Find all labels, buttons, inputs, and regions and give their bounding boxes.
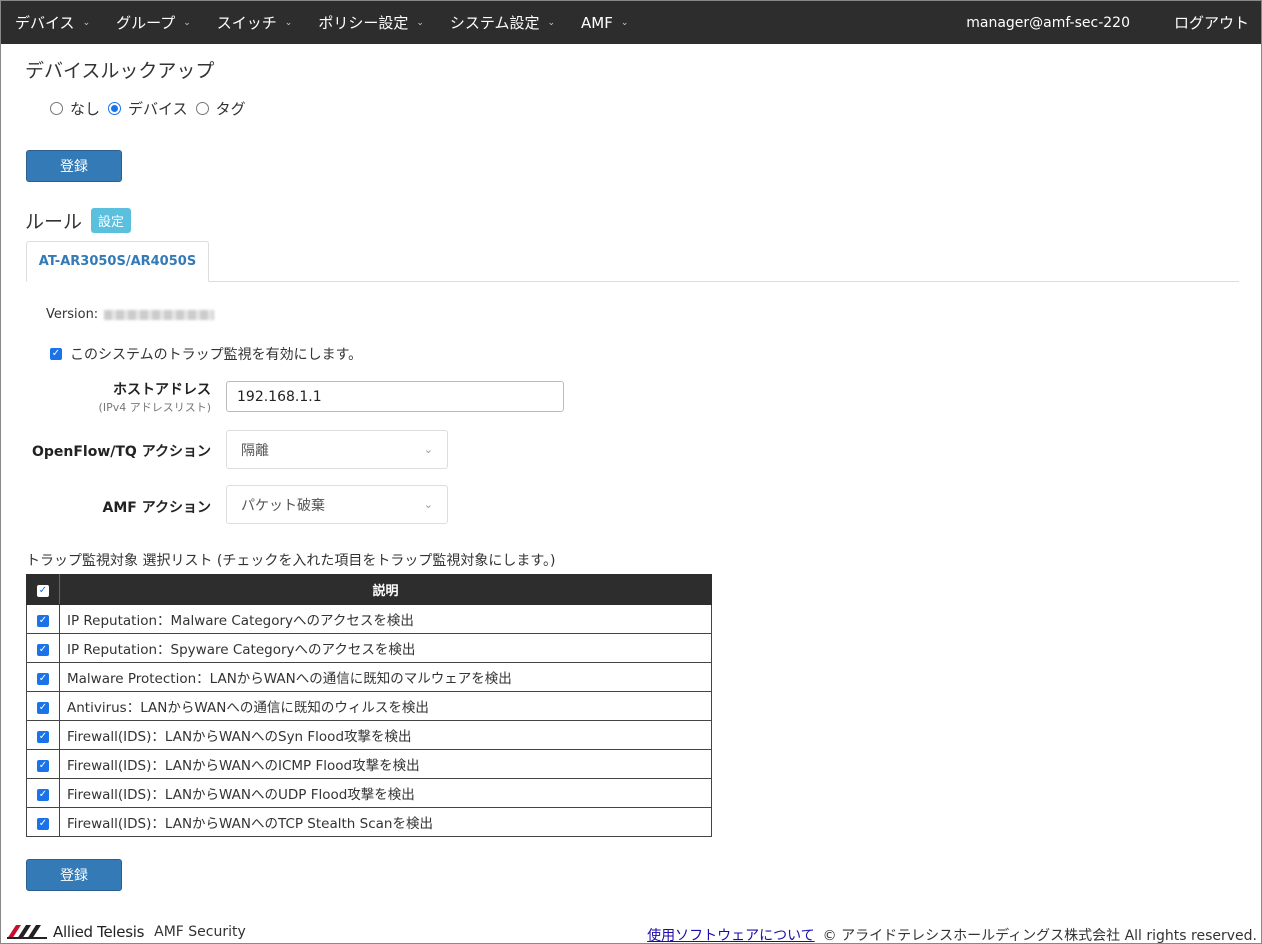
tab-at-ar3050s-ar4050s[interactable]: AT-AR3050S/AR4050S — [26, 241, 209, 282]
version-label: Version: — [46, 307, 99, 322]
product-name: AMF Security — [154, 924, 246, 940]
description-header: 説明 — [59, 574, 712, 605]
enable-trap-checkbox[interactable]: ✓ — [50, 348, 62, 360]
logo-text: Allied Telesis — [53, 923, 145, 941]
row-checkbox[interactable]: ✓ — [37, 760, 49, 772]
table-row: ✓ Antivirus：LANからWANへの通信に既知のウィルスを検出 — [26, 691, 712, 721]
footer: Allied Telesis AMF Security 使用ソフトウェアについて… — [1, 921, 1261, 944]
row-description: IP Reputation：Malware Categoryへのアクセスを検出 — [59, 604, 712, 634]
chevron-down-icon: ⌄ — [284, 17, 293, 28]
row-check-cell: ✓ — [26, 720, 60, 750]
chevron-down-icon: ⌄ — [547, 17, 555, 28]
nav-amf-label: AMF — [581, 13, 613, 32]
enable-trap-row: ✓ このシステムのトラップ監視を有効にします。 — [50, 344, 362, 364]
table-row: ✓ Firewall(IDS)：LANからWANへのSyn Flood攻撃を検出 — [26, 720, 712, 750]
enable-trap-label: このシステムのトラップ監視を有効にします。 — [70, 347, 363, 363]
row-description: Firewall(IDS)：LANからWANへのTCP Stealth Scan… — [59, 807, 712, 837]
host-address-label: ホストアドレス — [113, 382, 211, 398]
chevron-down-icon: ⌄ — [423, 443, 433, 456]
table-row: ✓ IP Reputation：Spyware Categoryへのアクセスを検出 — [26, 633, 712, 663]
row-description: IP Reputation：Spyware Categoryへのアクセスを検出 — [59, 633, 712, 663]
row-check-cell: ✓ — [26, 604, 60, 634]
row-checkbox[interactable]: ✓ — [37, 789, 49, 801]
row-description: Firewall(IDS)：LANからWANへのICMP Flood攻撃を検出 — [59, 749, 712, 779]
radio-none[interactable] — [50, 102, 63, 115]
row-description: Antivirus：LANからWANへの通信に既知のウィルスを検出 — [59, 691, 712, 721]
radio-tag[interactable] — [195, 102, 209, 115]
chevron-down-icon: ⌄ — [423, 498, 433, 511]
nav-amf[interactable]: AMF ⌄ — [567, 1, 640, 44]
radio-device[interactable] — [108, 102, 122, 115]
nav-devices-label: デバイス — [15, 14, 75, 32]
row-description: Firewall(IDS)：LANからWANへのSyn Flood攻撃を検出 — [59, 720, 712, 750]
host-address-sublabel: (IPv4 アドレスリスト) — [98, 401, 211, 414]
trap-list-table: ✓ 説明 ✓ IP Reputation：Malware Categoryへのアク… — [26, 574, 712, 837]
nav-right: manager@amf-sec-220 ログアウト — [966, 12, 1261, 33]
footer-right: 使用ソフトウェアについて © アライドテレシスホールディングス株式会社 All … — [647, 925, 1257, 944]
rule-settings-badge[interactable]: 設定 — [91, 208, 132, 233]
version-row: Version: — [46, 307, 215, 322]
device-lookup-heading: デバイスルックアップ — [25, 60, 215, 82]
row-checkbox[interactable]: ✓ — [37, 731, 49, 743]
row-checkbox[interactable]: ✓ — [37, 644, 49, 656]
row-check-cell: ✓ — [26, 633, 60, 663]
openflow-action-select[interactable]: 隔離 ⌄ — [226, 430, 448, 469]
chevron-down-icon: ⌄ — [416, 17, 424, 28]
version-value-redacted — [104, 309, 215, 320]
copyright-text: © アライドテレシスホールディングス株式会社 All rights reserv… — [822, 928, 1257, 944]
allied-telesis-logo: Allied Telesis AMF Security — [7, 923, 246, 941]
rule-heading: ルール 設定 — [25, 207, 132, 234]
user-name: manager@amf-sec-220 — [966, 14, 1130, 31]
rule-title: ルール — [25, 211, 83, 233]
table-row: ✓ Firewall(IDS)：LANからWANへのUDP Flood攻撃を検出 — [26, 778, 712, 808]
chevron-down-icon: ⌄ — [620, 17, 629, 28]
row-check-cell: ✓ — [26, 691, 60, 721]
nav-devices[interactable]: デバイス ⌄ — [1, 1, 102, 44]
allied-telesis-logo-icon — [7, 925, 47, 939]
radio-tag-label: タグ — [215, 100, 246, 118]
host-address-input[interactable]: 192.168.1.1 — [226, 381, 564, 412]
row-checkbox[interactable]: ✓ — [37, 673, 49, 685]
amf-action-value: パケット破棄 — [241, 497, 325, 514]
lookup-radio-group: なし デバイス タグ — [50, 98, 254, 119]
row-description: Malware Protection：LANからWANへの通信に既知のマルウェア… — [59, 662, 712, 692]
table-header-row: ✓ 説明 — [26, 574, 712, 605]
table-row: ✓ Firewall(IDS)：LANからWANへのICMP Flood攻撃を検出 — [26, 749, 712, 779]
top-navbar: デバイス ⌄ グループ ⌄ スイッチ ⌄ ポリシー設定 ⌄ システム設定 ⌄ AMF ⌄ m… — [1, 1, 1261, 44]
nav-switches[interactable]: スイッチ ⌄ — [203, 1, 305, 44]
amf-action-label: AMF アクション — [102, 500, 211, 516]
openflow-action-value: 隔離 — [241, 442, 269, 459]
radio-device-label: デバイス — [128, 100, 188, 118]
row-description: Firewall(IDS)：LANからWANへのUDP Flood攻撃を検出 — [59, 778, 712, 808]
nav-system-label: システム設定 — [449, 14, 540, 32]
row-checkbox[interactable]: ✓ — [37, 702, 49, 714]
row-check-cell: ✓ — [26, 778, 60, 808]
radio-none-label: なし — [70, 100, 101, 118]
chevron-down-icon: ⌄ — [82, 17, 91, 28]
software-info-link[interactable]: 使用ソフトウェアについて — [647, 925, 815, 944]
nav-groups[interactable]: グループ ⌄ — [102, 1, 203, 44]
nav-system[interactable]: システム設定 ⌄ — [436, 1, 567, 44]
chevron-down-icon: ⌄ — [183, 17, 191, 28]
select-all-cell: ✓ — [26, 574, 60, 605]
row-checkbox[interactable]: ✓ — [37, 818, 49, 830]
table-row: ✓ Malware Protection：LANからWANへの通信に既知のマルウェ… — [26, 662, 712, 692]
nav-policy[interactable]: ポリシー設定 ⌄ — [304, 1, 436, 44]
table-row: ✓ Firewall(IDS)：LANからWANへのTCP Stealth Sca… — [26, 807, 712, 837]
amf-action-select[interactable]: パケット破棄 ⌄ — [226, 485, 448, 524]
select-all-checkbox[interactable]: ✓ — [37, 585, 49, 597]
row-check-cell: ✓ — [26, 662, 60, 692]
logout-link[interactable]: ログアウト — [1174, 12, 1261, 33]
trap-register-button[interactable]: 登録 — [26, 859, 122, 891]
nav-policy-label: ポリシー設定 — [318, 14, 409, 32]
row-checkbox[interactable]: ✓ — [37, 615, 49, 627]
nav-switches-label: スイッチ — [216, 14, 277, 32]
table-row: ✓ IP Reputation：Malware Categoryへのアクセスを検出 — [26, 604, 712, 634]
lookup-register-button[interactable]: 登録 — [26, 150, 122, 182]
row-check-cell: ✓ — [26, 807, 60, 837]
trap-list-caption: トラップ監視対象 選択リスト (チェックを入れた項目をトラップ監視対象にします。… — [26, 553, 556, 569]
row-check-cell: ✓ — [26, 749, 60, 779]
nav-groups-label: グループ — [116, 14, 176, 32]
openflow-action-label: OpenFlow/TQ アクション — [31, 444, 211, 460]
